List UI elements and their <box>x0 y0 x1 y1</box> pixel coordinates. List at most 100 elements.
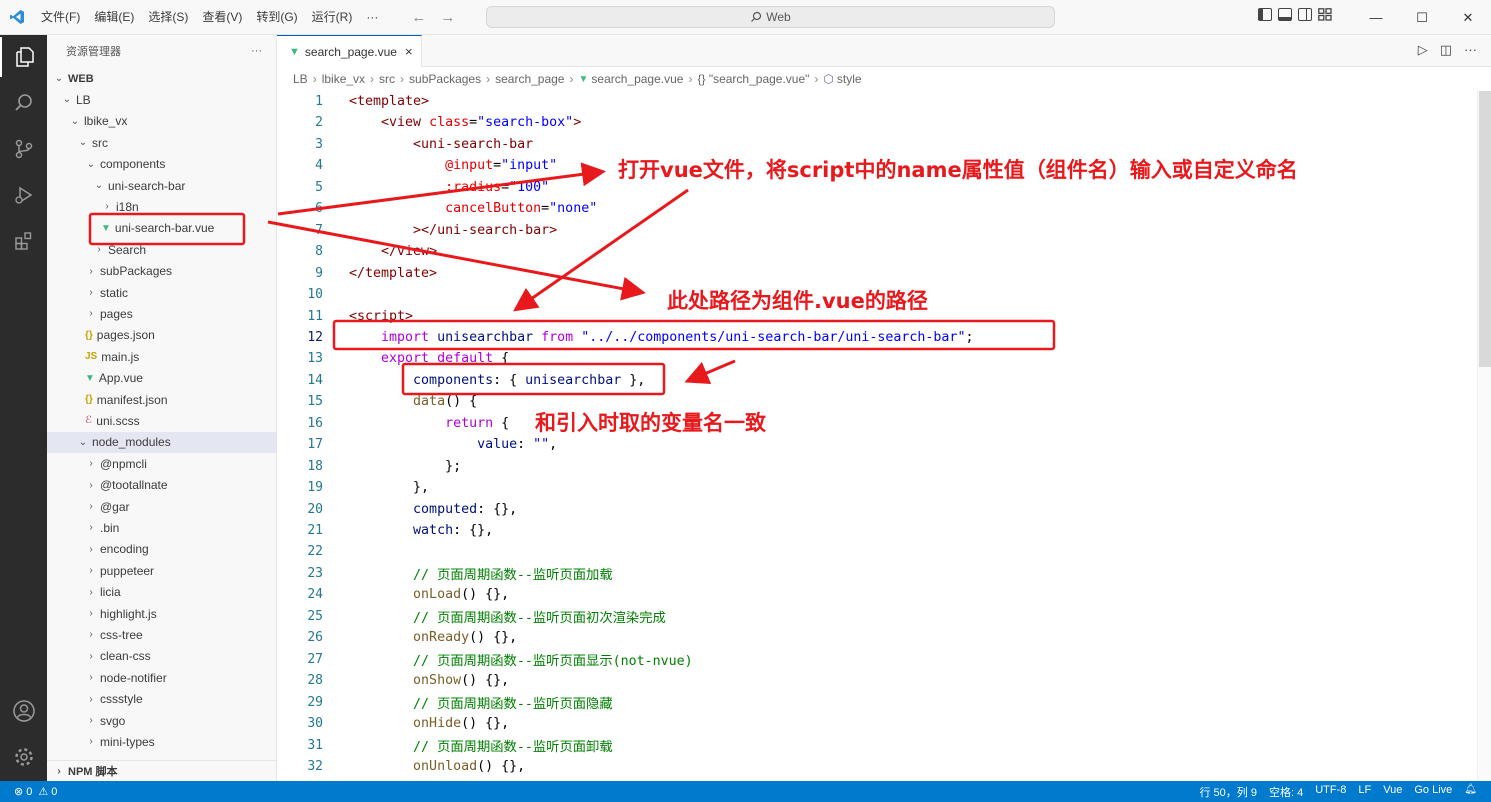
tree-item[interactable]: › cssstyle <box>47 689 276 710</box>
breadcrumb-item[interactable]: {} "search_page.vue" <box>697 72 809 86</box>
status-item[interactable]: 行 50，列 9 <box>1199 784 1256 800</box>
breadcrumb-item[interactable]: subPackages <box>409 72 481 86</box>
toggle-sidebar-icon[interactable] <box>1258 8 1272 21</box>
run-debug-icon[interactable] <box>0 175 47 215</box>
code-line: 26 onReady() {}, <box>277 627 1467 648</box>
settings-gear-icon[interactable] <box>0 737 47 777</box>
status-item[interactable]: Vue <box>1383 784 1402 800</box>
npm-scripts-label: NPM 脚本 <box>68 766 118 778</box>
more-actions-icon[interactable]: ··· <box>1464 42 1477 58</box>
tree-item[interactable]: ⌄ WEB <box>47 68 276 89</box>
code-line: 28 onShow() {}, <box>277 670 1467 691</box>
tree-item[interactable]: › @gar <box>47 496 276 517</box>
line-number: 7 <box>315 222 323 238</box>
tree-item[interactable]: › svgo <box>47 710 276 731</box>
tab-search-page-vue[interactable]: ▼ search_page.vue × <box>277 35 422 67</box>
tree-item[interactable]: › encoding <box>47 539 276 560</box>
chevron-right-icon: › <box>89 608 93 619</box>
breadcrumb-item[interactable]: style <box>837 72 862 86</box>
back-arrow-icon[interactable]: ← <box>411 9 426 26</box>
tree-item[interactable]: › highlight.js <box>47 603 276 624</box>
tree-item[interactable]: › css-tree <box>47 624 276 645</box>
tree-item[interactable]: ⌄ components <box>47 154 276 175</box>
status-item[interactable]: Go Live <box>1414 784 1452 800</box>
line-number: 24 <box>307 587 323 603</box>
forward-arrow-icon[interactable]: → <box>440 9 455 26</box>
toggle-secondary-sidebar-icon[interactable] <box>1298 8 1312 21</box>
code-editor[interactable]: 1 <template> 2 <view class="search-box"> 3 … <box>277 91 1477 781</box>
tree-item[interactable]: ▼ uni-search-bar.vue <box>47 218 276 239</box>
npm-scripts-section[interactable]: › NPM 脚本 <box>47 760 276 781</box>
problems-indicator[interactable]: ⊗ 0 ⚠ 0 <box>0 785 57 799</box>
extensions-icon[interactable] <box>0 221 47 261</box>
tree-item[interactable]: › mini-types <box>47 731 276 752</box>
tree-item[interactable]: › puppeteer <box>47 560 276 581</box>
tree-item[interactable]: {} pages.json <box>47 325 276 346</box>
tree-item[interactable]: › .bin <box>47 517 276 538</box>
toggle-panel-icon[interactable] <box>1278 8 1292 21</box>
breadcrumb-item[interactable]: lbike_vx <box>322 72 365 86</box>
menu-bar: 文件(F) 编辑(E) 选择(S) 查看(V) 转到(G) 运行(R) ··· <box>34 0 385 35</box>
tree-item[interactable]: › pages <box>47 303 276 324</box>
command-center-search[interactable]: Web <box>486 6 1055 28</box>
breadcrumb-item[interactable]: search_page.vue <box>591 72 683 86</box>
status-item[interactable]: UTF-8 <box>1315 784 1346 800</box>
tree-item[interactable]: › static <box>47 282 276 303</box>
code-line: 27 // 页面周期函数--监听页面显示(not-nvue) <box>277 649 1467 670</box>
status-item[interactable]: LF <box>1358 784 1371 800</box>
customize-layout-icon[interactable] <box>1318 8 1332 21</box>
menu-item[interactable]: 查看(V) <box>195 0 249 35</box>
code-line: 15 data() { <box>277 391 1467 412</box>
code-line: 31 // 页面周期函数--监听页面卸载 <box>277 735 1467 756</box>
maximize-button[interactable]: ☐ <box>1399 0 1445 35</box>
tree-item[interactable]: › node-notifier <box>47 667 276 688</box>
menu-item[interactable]: 转到(G) <box>249 0 304 35</box>
code-token: "../../components/uni-search-bar/uni-sea… <box>581 329 966 345</box>
close-tab-icon[interactable]: × <box>405 44 413 59</box>
tree-item[interactable]: JS main.js <box>47 346 276 367</box>
tree-item[interactable]: › clean-css <box>47 646 276 667</box>
split-editor-icon[interactable]: ◫ <box>1440 42 1452 58</box>
tree-item[interactable]: › @npmcli <box>47 453 276 474</box>
account-icon[interactable] <box>0 691 47 731</box>
tree-item[interactable]: ⌄ node_modules <box>47 431 276 453</box>
tree-item[interactable]: ⌄ lbike_vx <box>47 111 276 132</box>
tree-item[interactable]: ⌄ src <box>47 132 276 153</box>
tree-item[interactable]: › subPackages <box>47 261 276 282</box>
tree-item[interactable]: › Search <box>47 239 276 260</box>
chevron-right-icon: › <box>89 693 93 705</box>
tree-item[interactable]: ℰuni.scss <box>47 410 276 431</box>
search-view-icon[interactable] <box>0 83 47 123</box>
menu-item[interactable]: 运行(R) <box>305 0 360 35</box>
tree-item[interactable]: › @tootallnate <box>47 475 276 496</box>
menu-item[interactable]: 选择(S) <box>141 0 195 35</box>
breadcrumb-item[interactable]: LB <box>293 72 308 86</box>
scrollbar-thumb[interactable] <box>1479 91 1491 367</box>
close-button[interactable]: ✕ <box>1445 0 1491 35</box>
minimize-button[interactable]: — <box>1353 0 1399 35</box>
tree-item[interactable]: ⌄ LB <box>47 89 276 110</box>
editor-area: ▼ search_page.vue × ▷ ◫ ··· LB › lbike_vx ›… <box>277 35 1491 781</box>
menu-item[interactable]: 文件(F) <box>34 0 87 35</box>
editor-scrollbar[interactable] <box>1477 91 1491 781</box>
code-text: <uni-search-bar <box>349 137 533 152</box>
tree-item[interactable]: › i18n <box>47 196 276 217</box>
breadcrumb-item[interactable]: search_page <box>495 72 564 86</box>
breadcrumb-item[interactable]: src <box>379 72 395 86</box>
menu-item[interactable]: ··· <box>359 0 385 35</box>
bell-icon[interactable]: 🔔︎ <box>1464 784 1477 800</box>
tree-item[interactable]: › licia <box>47 582 276 603</box>
code-text: onLoad() {}, <box>349 587 509 602</box>
tree-item[interactable]: {} manifest.json <box>47 389 276 410</box>
menu-item[interactable]: 编辑(E) <box>87 0 141 35</box>
code-token: () {}, <box>469 630 518 646</box>
explorer-icon[interactable] <box>0 37 47 77</box>
tree-item[interactable]: ⌄ uni-search-bar <box>47 175 276 196</box>
status-item[interactable]: 空格: 4 <box>1269 784 1303 800</box>
source-control-icon[interactable] <box>0 129 47 169</box>
explorer-more-icon[interactable]: ··· <box>251 45 262 57</box>
chevron-right-icon: › <box>89 543 93 555</box>
tree-item[interactable]: ▼ App.vue <box>47 368 276 389</box>
run-icon[interactable]: ▷ <box>1418 42 1428 58</box>
tree-item-label: uni.scss <box>96 413 140 428</box>
